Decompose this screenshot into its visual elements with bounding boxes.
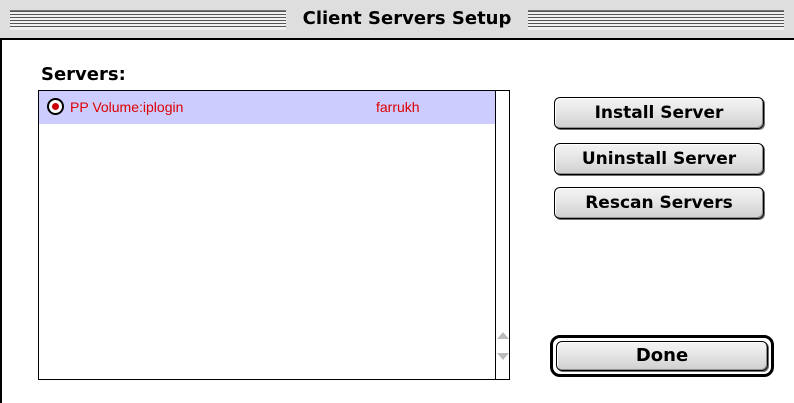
title-bar[interactable]: Client Servers Setup <box>0 0 794 40</box>
window-title: Client Servers Setup <box>286 6 528 32</box>
servers-list[interactable]: PP Volume:iplogin farrukh <box>38 90 510 380</box>
scroll-up-button[interactable] <box>496 327 509 345</box>
list-scrollbar[interactable] <box>495 91 509 379</box>
title-bar-stripes-left <box>10 10 286 30</box>
servers-label: Servers: <box>41 64 126 85</box>
done-button[interactable]: Done <box>556 341 768 371</box>
client-servers-setup-window: Client Servers Setup Servers: PP Volume:… <box>0 0 794 403</box>
uninstall-server-button[interactable]: Uninstall Server <box>554 143 764 175</box>
list-item[interactable]: PP Volume:iplogin farrukh <box>39 91 495 124</box>
install-server-button[interactable]: Install Server <box>554 97 764 129</box>
server-name: PP Volume:iplogin <box>70 99 184 115</box>
servers-list-content: PP Volume:iplogin farrukh <box>39 91 495 379</box>
radio-selected-icon <box>47 98 64 115</box>
scroll-up-arrow-icon <box>497 332 509 339</box>
radio-dot <box>52 103 59 110</box>
scroll-down-arrow-icon <box>497 353 509 360</box>
title-bar-stripes-right <box>528 10 784 30</box>
server-user: farrukh <box>376 99 420 115</box>
rescan-servers-button[interactable]: Rescan Servers <box>554 187 764 219</box>
scroll-down-button[interactable] <box>496 348 509 366</box>
